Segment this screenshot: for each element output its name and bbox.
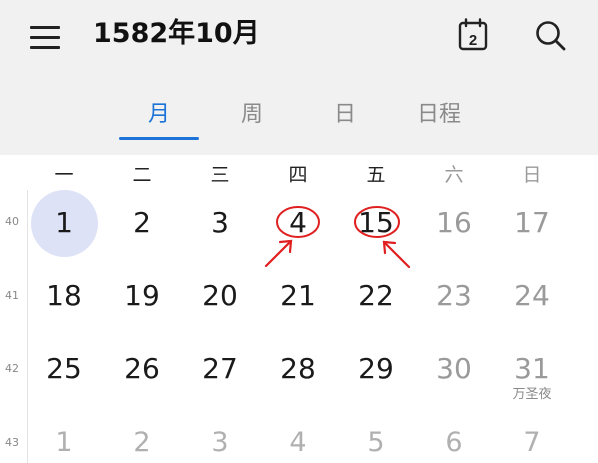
day-cell[interactable]: 17 [497,203,567,243]
day-cell[interactable]: 4 [263,203,333,243]
view-tabs: 月 周 日 日程 [0,95,598,145]
month-title[interactable]: 1582年10月 [93,14,260,54]
day-cell[interactable]: 24 [497,276,567,316]
day-cell[interactable]: 15 [341,203,411,243]
day-cell-next-month[interactable]: 6 [419,423,489,463]
day-cell[interactable]: 22 [341,276,411,316]
day-cell[interactable]: 25 [29,349,99,389]
tab-week[interactable]: 周 [212,95,292,135]
week-number: 40 [5,215,19,228]
day-cell[interactable]: 27 [185,349,255,389]
search-icon[interactable] [532,17,568,53]
app-header: 1582年10月 2 月 周 日 日程 [0,0,598,155]
week-number: 43 [5,436,19,449]
day-cell-next-month[interactable]: 1 [29,423,99,463]
day-cell-next-month[interactable]: 2 [107,423,177,463]
arrow-annotation-15 [382,240,411,269]
day-cell[interactable]: 26 [107,349,177,389]
day-cell[interactable]: 29 [341,349,411,389]
week-number-divider [27,190,28,463]
weekday-fri: 五 [366,164,386,186]
day-cell[interactable]: 18 [29,276,99,316]
day-cell[interactable]: 23 [419,276,489,316]
week-number: 42 [5,362,19,375]
day-cell[interactable]: 21 [263,276,333,316]
day-cell[interactable]: 30 [419,349,489,389]
weekday-thu: 四 [288,164,308,186]
weekday-wed: 三 [210,164,230,186]
arrow-annotation-4 [264,239,293,268]
tab-day[interactable]: 日 [305,95,385,135]
weekday-mon: 一 [54,164,74,186]
weekday-tue: 二 [132,164,152,186]
tab-schedule[interactable]: 日程 [399,95,479,135]
day-cell-next-month[interactable]: 5 [341,423,411,463]
hamburger-menu-icon[interactable] [28,24,62,50]
day-cell[interactable]: 2 [107,203,177,243]
day-cell-next-month[interactable]: 4 [263,423,333,463]
day-cell[interactable]: 1 [29,203,99,243]
day-cell[interactable]: 20 [185,276,255,316]
day-cell[interactable]: 19 [107,276,177,316]
tab-month[interactable]: 月 [119,95,199,135]
weekday-header: 一 二 三 四 五 六 日 [0,160,598,190]
active-tab-indicator [119,137,199,140]
weekday-sat: 六 [444,164,464,186]
today-icon-day: 2 [469,32,477,49]
holiday-label: 万圣夜 [512,387,552,402]
day-cell-next-month[interactable]: 7 [497,423,567,463]
day-cell[interactable]: 16 [419,203,489,243]
weekday-sun: 日 [522,164,542,186]
day-cell[interactable]: 3 [185,203,255,243]
calendar-today-icon[interactable]: 2 [455,17,491,53]
day-cell[interactable]: 28 [263,349,333,389]
week-number: 41 [5,289,19,302]
day-cell-next-month[interactable]: 3 [185,423,255,463]
